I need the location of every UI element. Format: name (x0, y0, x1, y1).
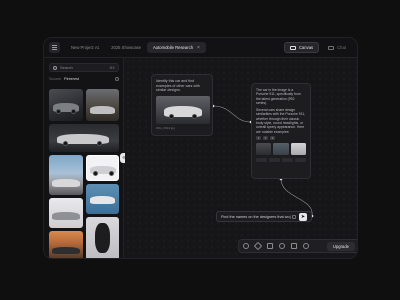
filter-label: Source (49, 76, 62, 81)
result-tags (256, 157, 306, 162)
search-icon (53, 65, 57, 70)
reference-pill[interactable]: 2 (263, 135, 268, 140)
attach-icon[interactable] (292, 214, 296, 219)
car-thumbnail[interactable] (86, 184, 119, 214)
uploaded-car-image[interactable] (156, 95, 210, 124)
car-thumbnail[interactable] (49, 198, 83, 228)
upgrade-button[interactable]: Upgrade (326, 241, 355, 251)
settings-icon[interactable] (115, 76, 119, 81)
result-tag[interactable] (295, 157, 306, 162)
move-tool-icon[interactable] (253, 241, 263, 251)
car-thumbnail-selected[interactable] (86, 155, 119, 181)
tab-label: New Project v1 (71, 45, 100, 50)
car-thumbnail[interactable] (49, 155, 83, 195)
reference-pills: 1 2 3 (256, 135, 306, 140)
chat-view-button[interactable]: Chat (323, 42, 351, 53)
export-icon[interactable] (303, 243, 309, 249)
search-placeholder: Search (60, 65, 73, 70)
chat-icon (328, 45, 335, 50)
tab-automobile-research[interactable]: Automobile Research × (146, 42, 206, 53)
undo-icon[interactable] (279, 243, 285, 249)
response-text: The car in the image is a Porsche 911, s… (256, 88, 301, 105)
result-image[interactable] (273, 142, 289, 155)
car-thumbnail[interactable] (86, 217, 119, 258)
response-node[interactable]: The car in the image is a Porsche 911, s… (251, 83, 311, 179)
top-bar: New Project v1 2025 Showcase Automobile … (44, 38, 357, 58)
car-thumbnail[interactable] (49, 124, 119, 152)
prompt-input[interactable]: Find the names on the designers that wo|… (216, 211, 312, 222)
result-tag[interactable] (282, 157, 293, 162)
response-text: Several cars share design similarities w… (256, 108, 306, 134)
canvas-view-button[interactable]: Canvas (283, 42, 320, 53)
select-tool-icon[interactable] (243, 243, 249, 249)
car-thumbnail[interactable] (49, 89, 83, 121)
result-tag[interactable] (256, 157, 267, 162)
canvas-toolbar: Upgrade (238, 239, 357, 253)
tab-showcase[interactable]: 2025 Showcase (105, 42, 147, 53)
send-button[interactable]: ➤ (299, 212, 307, 221)
app-window: New Project v1 2025 Showcase Automobile … (43, 37, 358, 259)
reference-pill[interactable]: 1 (256, 135, 261, 140)
image-filename: IMG_0024.jpg (156, 125, 175, 130)
image-sidebar: Search ⌘K Source Pinterest (44, 58, 124, 258)
canvas[interactable]: Identify this car and find examples of o… (125, 58, 357, 258)
shortcut-hint: ⌘K (109, 65, 115, 70)
tab-label: Automobile Research (152, 45, 194, 50)
prompt-value: Find the names on the designers that wo| (221, 214, 291, 219)
canvas-icon (289, 45, 296, 50)
frame-tool-icon[interactable] (267, 243, 273, 249)
request-node[interactable]: Identify this car and find examples of o… (151, 74, 213, 136)
result-image[interactable] (290, 142, 306, 155)
result-image[interactable] (256, 142, 272, 155)
tab-new-project[interactable]: New Project v1 (65, 42, 105, 53)
reference-pill[interactable]: 3 (270, 135, 275, 140)
result-images (256, 142, 306, 155)
menu-icon[interactable] (49, 42, 60, 53)
car-thumbnail[interactable] (49, 231, 83, 258)
filter-value: Pinterest (64, 76, 80, 81)
search-input[interactable]: Search ⌘K (49, 63, 119, 72)
tab-label: 2025 Showcase (111, 45, 141, 50)
close-tab-icon[interactable]: × (197, 45, 200, 51)
request-text: Identify this car and find examples of o… (156, 79, 200, 93)
result-tag[interactable] (269, 157, 280, 162)
chat-view-label: Chat (337, 45, 346, 50)
source-filter[interactable]: Source Pinterest (49, 75, 119, 82)
canvas-view-label: Canvas (298, 45, 314, 50)
view-toggle: Canvas Chat (283, 42, 351, 53)
car-thumbnail[interactable] (86, 89, 119, 121)
upload-icon[interactable] (291, 243, 297, 249)
